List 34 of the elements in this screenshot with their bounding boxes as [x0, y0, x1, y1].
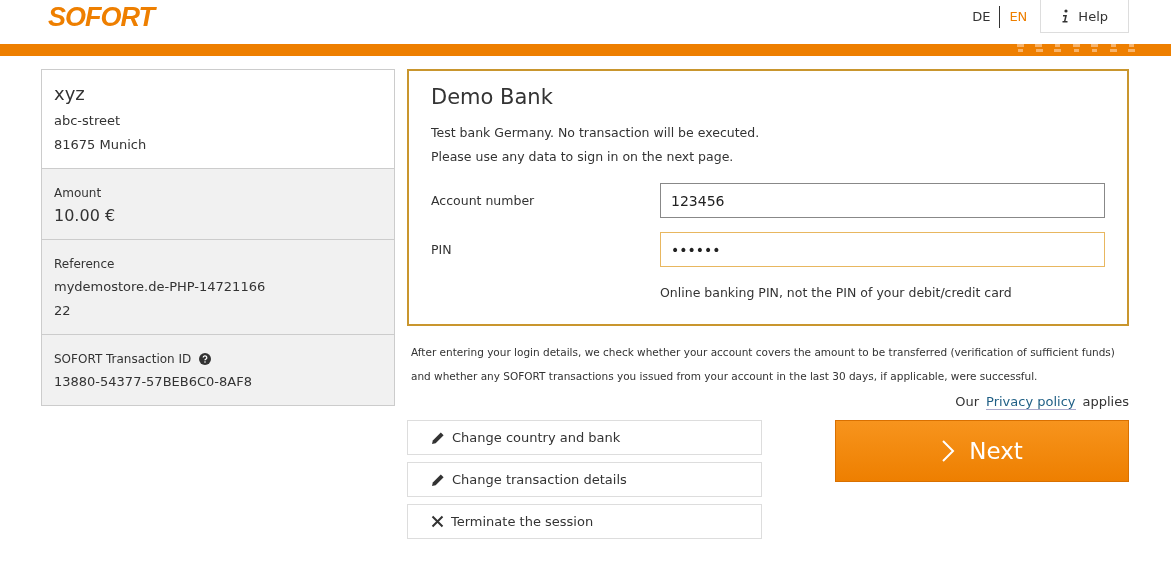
section-value: 10.00 € [54, 205, 117, 227]
info-icon [1061, 9, 1070, 23]
section-label: Reference [54, 256, 115, 273]
section-label: Amount [54, 185, 102, 202]
help-icon[interactable] [199, 353, 212, 365]
pin-hint: Online banking PIN, not the PIN of your debit/credit card [660, 285, 1013, 300]
info-text: and whether any SOFORT transactions you issued from your account in the last 30 days, if applicable, were successful. [411, 369, 1039, 384]
merchant-name: xyz [54, 83, 86, 104]
input-field[interactable]: •••••• [660, 232, 1105, 267]
privacy-link[interactable]: Privacy policy [986, 394, 1076, 410]
action-button[interactable]: Terminate the session [407, 504, 762, 539]
language-link[interactable]: DE [963, 9, 1000, 24]
action-button[interactable]: Change country and bank [407, 420, 762, 455]
chevron-right-icon [941, 439, 956, 463]
section-value: mydemostore.de-PHP-14721166 [54, 278, 267, 296]
help-button[interactable]: Help [1040, 0, 1129, 33]
merchant-city: 81675 Munich [54, 136, 148, 154]
bank-note: Test bank Germany. No transaction will be executed. [431, 124, 761, 142]
field-label: Account number [431, 193, 536, 208]
pencil-icon [431, 430, 445, 445]
close-icon [431, 515, 444, 528]
privacy-text: applies [1082, 394, 1129, 410]
field-label: PIN [431, 242, 453, 257]
input-field[interactable]: 123456 [660, 183, 1105, 218]
action-button[interactable]: Change transaction details [407, 462, 762, 497]
info-text: After entering your login details, we check whether your account covers the amount to be transferred (verification of sufficient funds) [411, 345, 1116, 360]
section-value: 22 [54, 302, 72, 320]
section-value: 13880-54377-57BEB6C0-8AF8 [54, 373, 253, 391]
privacy-text: Our [955, 394, 980, 410]
merchant-street: abc-street [54, 112, 122, 130]
section-label: SOFORT Transaction ID [54, 351, 192, 368]
pencil-icon [431, 472, 445, 487]
bank-title: Demo Bank [431, 85, 554, 109]
bank-note: Please use any data to sign in on the next page. [431, 148, 735, 166]
